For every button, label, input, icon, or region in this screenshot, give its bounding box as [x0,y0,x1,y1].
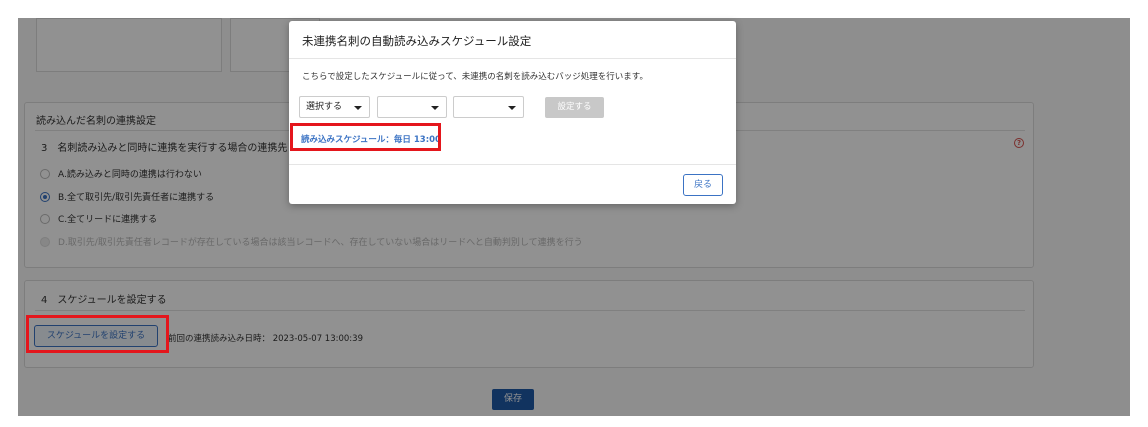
frequency-select[interactable]: 選択する [299,96,370,118]
modal-header-divider [289,58,736,59]
frequency-select-value: 選択する [306,102,343,112]
current-schedule-text: 読み込みスケジュール：毎日 13:00 [301,135,441,145]
schedule-modal: 未連携名刺の自動読み込みスケジュール設定 こちらで設定したスケジュールに従って、… [289,21,736,204]
back-button[interactable]: 戻る [683,174,723,196]
caret-down-icon [431,106,439,110]
modal-title: 未連携名刺の自動読み込みスケジュール設定 [302,34,532,48]
time-select[interactable] [453,96,524,118]
modal-description: こちらで設定したスケジュールに従って、未連携の名刺を読み込むバッジ処理を行います… [302,72,648,82]
set-button: 設定する [545,97,604,118]
modal-footer-divider [289,164,736,165]
caret-down-icon [354,106,362,110]
day-select[interactable] [377,96,447,118]
caret-down-icon [508,106,516,110]
